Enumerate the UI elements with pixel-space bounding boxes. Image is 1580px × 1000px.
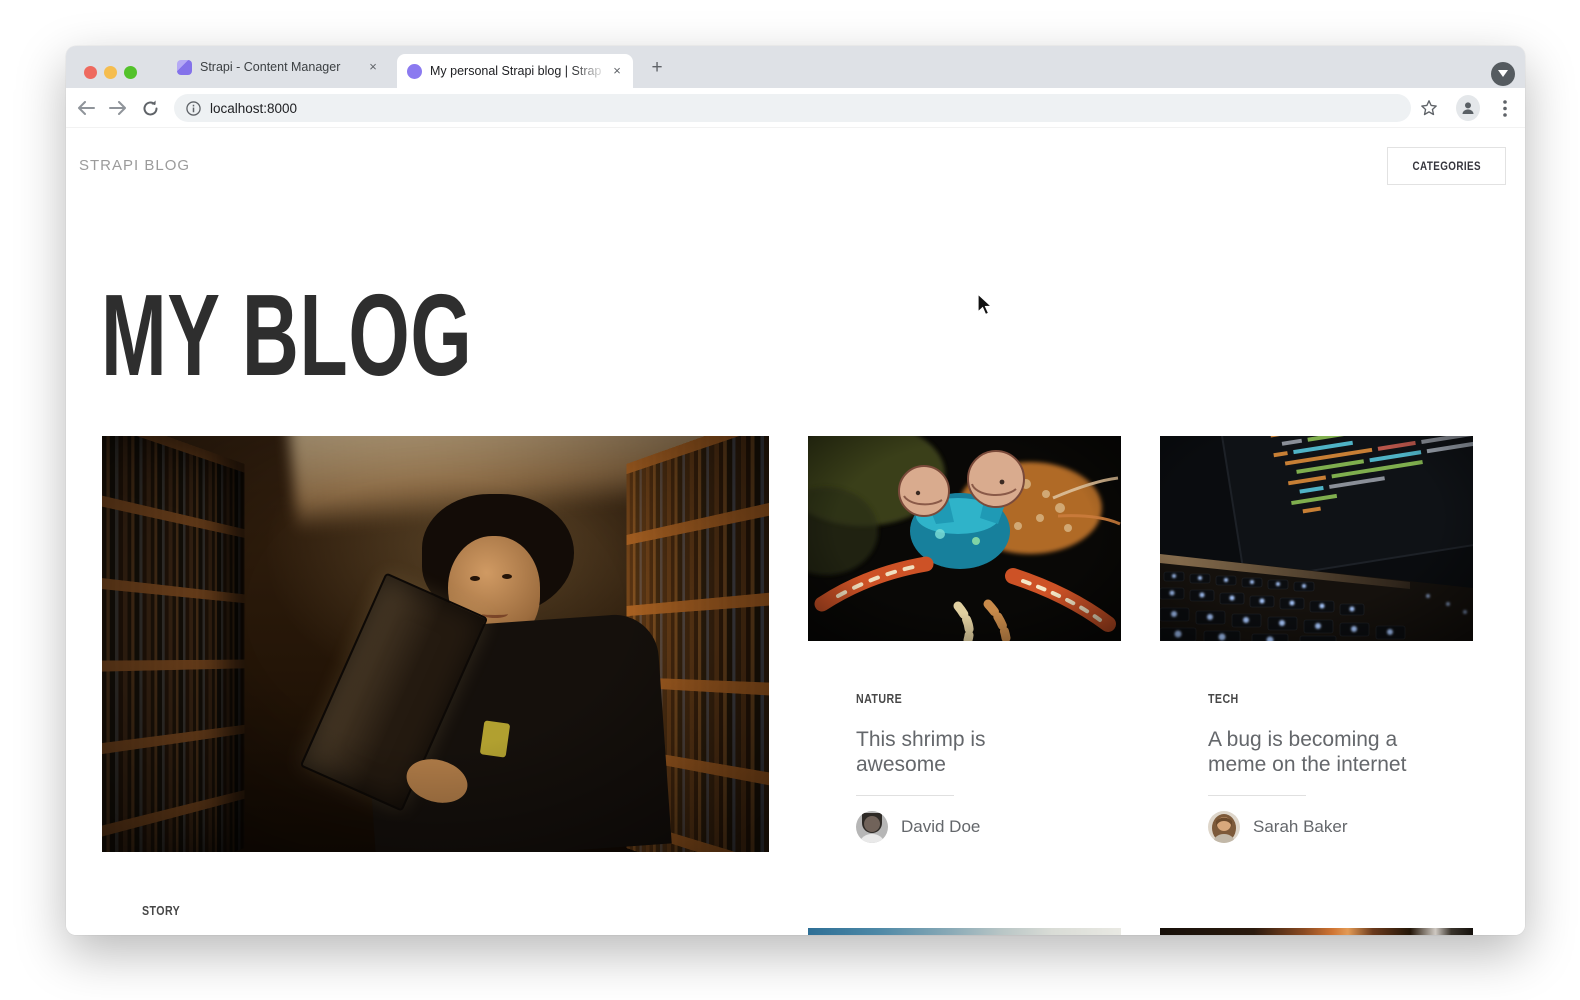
forward-button[interactable] xyxy=(106,96,130,120)
reload-icon xyxy=(142,100,159,117)
post-card-tech[interactable]: TECH A bug is becoming a meme on the int… xyxy=(1160,436,1473,843)
address-bar[interactable]: localhost:8000 xyxy=(174,94,1411,122)
strapi-favicon-icon xyxy=(177,60,192,75)
download-chevron-icon xyxy=(1498,70,1508,78)
categories-button-label: CATEGORIES xyxy=(1412,159,1480,173)
browser-window: Strapi - Content Manager × My personal S… xyxy=(66,46,1525,935)
category-label: TECH xyxy=(1208,691,1473,706)
author-name: Sarah Baker xyxy=(1253,817,1348,837)
tab-title-fade xyxy=(571,54,607,88)
post-image-laptop xyxy=(1160,436,1473,641)
bookmark-star-button[interactable] xyxy=(1417,96,1441,120)
site-info-icon xyxy=(186,101,201,116)
author-avatar xyxy=(1208,811,1240,843)
url-text: localhost:8000 xyxy=(210,101,297,116)
brand-link[interactable]: STRAPI BLOG xyxy=(79,157,190,174)
profile-icon xyxy=(1460,100,1476,116)
post-image-partial-food[interactable] xyxy=(1160,928,1473,935)
tab-strip: Strapi - Content Manager × My personal S… xyxy=(66,46,1525,88)
post-image-shrimp xyxy=(808,436,1121,641)
cursor-pointer xyxy=(977,293,993,317)
post-title[interactable]: A bug is becoming a meme on the internet xyxy=(1208,727,1423,777)
blog-favicon-icon xyxy=(407,64,422,79)
forward-icon xyxy=(110,102,125,114)
window-close-button[interactable] xyxy=(84,66,97,79)
page-content: STRAPI BLOG CATEGORIES MY BLOG xyxy=(66,128,1525,935)
divider xyxy=(1208,795,1306,796)
divider xyxy=(856,795,954,796)
menu-button[interactable] xyxy=(1493,96,1517,120)
desktop: Strapi - Content Manager × My personal S… xyxy=(0,0,1580,1000)
tab-title: Strapi - Content Manager xyxy=(200,60,365,74)
author-name: David Doe xyxy=(901,817,980,837)
category-label: STORY xyxy=(142,903,769,918)
post-card-story[interactable]: STORY xyxy=(102,436,769,918)
categories-button[interactable]: CATEGORIES xyxy=(1387,147,1506,185)
downloads-button[interactable] xyxy=(1491,62,1515,86)
menu-dots-icon xyxy=(1503,100,1507,117)
post-card-nature[interactable]: NATURE This shrimp is awesome David Doe xyxy=(808,436,1121,843)
new-tab-button[interactable]: + xyxy=(644,59,670,79)
category-label: NATURE xyxy=(856,691,1121,706)
tab-close-icon[interactable]: × xyxy=(365,59,381,75)
browser-toolbar: localhost:8000 xyxy=(66,88,1525,128)
tab-my-blog[interactable]: My personal Strapi blog | Strap × xyxy=(397,54,633,88)
hero-title: MY BLOG xyxy=(101,277,647,393)
author-avatar xyxy=(856,811,888,843)
tab-close-icon[interactable]: × xyxy=(609,63,625,79)
post-image-partial-ocean[interactable] xyxy=(808,928,1121,935)
bookmark-star-icon xyxy=(1420,99,1438,117)
window-zoom-button[interactable] xyxy=(124,66,137,79)
back-icon xyxy=(79,102,94,114)
author-row: David Doe xyxy=(856,811,1121,843)
window-minimize-button[interactable] xyxy=(104,66,117,79)
author-row: Sarah Baker xyxy=(1208,811,1473,843)
back-button[interactable] xyxy=(74,96,98,120)
post-title[interactable]: This shrimp is awesome xyxy=(856,727,1071,777)
tab-strapi-content-manager[interactable]: Strapi - Content Manager × xyxy=(165,46,391,88)
post-image-library xyxy=(102,436,769,852)
profile-button[interactable] xyxy=(1456,96,1480,120)
reload-button[interactable] xyxy=(138,96,162,120)
